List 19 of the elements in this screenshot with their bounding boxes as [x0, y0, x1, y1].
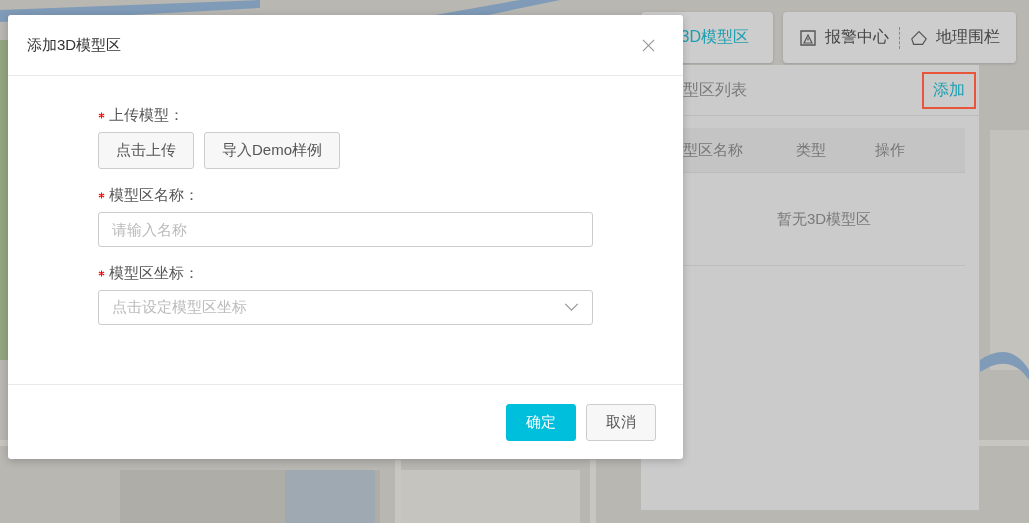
toolbar-tab[interactable]: 报警中心 [793, 27, 895, 48]
column-header: 类型 [796, 140, 826, 160]
field-label: 模型区坐标： [109, 264, 199, 283]
warning-picture-icon [799, 28, 817, 47]
field-label: 模型区名称： [109, 186, 199, 205]
column-header: 型区名称 [683, 140, 743, 160]
panel-title: 型区列表 [683, 79, 747, 100]
upload-button[interactable]: 导入Demo样例 [204, 132, 340, 169]
name-input[interactable]: 请输入名称 [98, 212, 593, 247]
empty-message: 暂无3D模型区 [776, 209, 872, 229]
dialog-title: 添加3D模型区 [27, 35, 122, 55]
chevron-down-icon [564, 303, 579, 312]
close-icon[interactable] [642, 38, 655, 52]
upload-button[interactable]: 点击上传 [98, 132, 194, 169]
toolbar-tab[interactable]: 地理围栏 [904, 27, 1006, 48]
column-header: 操作 [875, 140, 905, 160]
field-label: 上传模型： [109, 106, 184, 125]
polygon-icon [910, 28, 928, 47]
cancel-button[interactable]: 取消 [586, 403, 656, 441]
